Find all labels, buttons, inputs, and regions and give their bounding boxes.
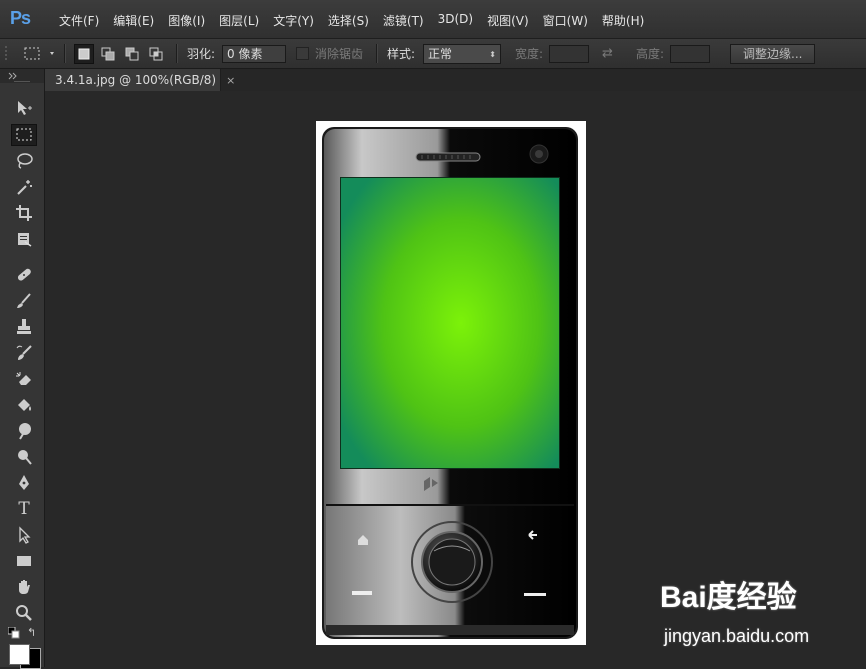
paint-bucket-icon xyxy=(18,399,31,411)
watermark-brand: Bai度经验 xyxy=(660,581,797,614)
marquee-tool[interactable] xyxy=(11,124,37,146)
options-bar: 羽化: 0 像素 消除锯齿 样式: 正常 ⬍ 宽度: ⇄ 高度: 调整边缘... xyxy=(0,39,866,69)
tools-panel-header[interactable] xyxy=(0,69,44,83)
type-tool-icon: T xyxy=(18,499,30,519)
rectangle-tool[interactable] xyxy=(11,550,37,572)
menu-type[interactable]: 文字(Y) xyxy=(266,12,321,29)
history-brush-icon xyxy=(16,345,32,360)
checkbox-box[interactable] xyxy=(296,47,309,60)
subtract-selection-icon xyxy=(125,47,139,60)
swap-icon: ⇄ xyxy=(602,46,613,61)
zoom-tool-icon xyxy=(16,605,32,621)
select-arrows-icon: ⬍ xyxy=(489,49,496,59)
width-input[interactable] xyxy=(549,44,589,63)
document-canvas[interactable] xyxy=(316,121,586,645)
lasso-tool[interactable] xyxy=(11,150,37,172)
healing-brush-icon xyxy=(17,268,31,281)
lasso-tool-icon xyxy=(17,153,33,169)
tool-preset-picker[interactable] xyxy=(24,39,54,68)
default-colors-button[interactable] xyxy=(7,626,20,642)
blur-tool[interactable] xyxy=(11,420,37,442)
blur-tool-icon xyxy=(19,423,31,440)
intersect-selection-icon xyxy=(149,47,163,60)
foreground-color-swatch[interactable] xyxy=(9,644,30,665)
eyedropper-icon xyxy=(18,233,32,247)
paint-bucket-tool[interactable] xyxy=(11,394,37,416)
menu-filter[interactable]: 滤镜(T) xyxy=(376,12,431,29)
default-colors-icon xyxy=(7,626,20,639)
photoshop-logo: Ps xyxy=(10,8,31,28)
history-brush-tool[interactable] xyxy=(11,342,37,364)
eraser-tool[interactable] xyxy=(11,368,37,390)
path-selection-tool[interactable] xyxy=(11,524,37,546)
hand-tool-icon xyxy=(19,580,30,594)
eraser-icon xyxy=(16,372,31,385)
document-title: 3.4.1a.jpg @ 100%(RGB/8) xyxy=(55,73,217,87)
antialias-label: 消除锯齿 xyxy=(315,47,364,61)
grip-icon xyxy=(5,45,7,60)
height-input[interactable] xyxy=(670,44,710,63)
marquee-tool-icon xyxy=(16,128,32,141)
document-tab-bar: 3.4.1a.jpg @ 100%(RGB/8) × xyxy=(45,69,866,91)
phone-image xyxy=(316,121,586,645)
swap-colors-icon[interactable]: ↰ xyxy=(27,626,36,639)
pen-tool-icon xyxy=(19,475,29,490)
dodge-tool[interactable] xyxy=(11,446,37,468)
feather-input[interactable]: 0 像素 xyxy=(222,44,286,63)
menu-image[interactable]: 图像(I) xyxy=(161,12,212,29)
style-label: 样式: xyxy=(387,47,416,61)
brush-tool[interactable] xyxy=(11,290,37,312)
magic-wand-tool[interactable] xyxy=(11,176,37,198)
new-selection-button[interactable] xyxy=(74,39,94,68)
watermark-url: jingyan.baidu.com xyxy=(664,626,810,646)
move-tool[interactable] xyxy=(11,97,37,119)
menu-bar: Ps 文件(F) 编辑(E) 图像(I) 图层(L) 文字(Y) 选择(S) 滤… xyxy=(0,0,866,39)
menu-select[interactable]: 选择(S) xyxy=(321,12,376,29)
menu-edit[interactable]: 编辑(E) xyxy=(106,12,161,29)
document-tab[interactable]: 3.4.1a.jpg @ 100%(RGB/8) × xyxy=(45,69,235,91)
width-label: 宽度: xyxy=(515,47,544,61)
zoom-tool[interactable] xyxy=(11,602,37,624)
menu-list: 文件(F) 编辑(E) 图像(I) 图层(L) 文字(Y) 选择(S) 滤镜(T… xyxy=(52,12,651,29)
rectangle-tool-icon xyxy=(17,556,31,566)
menu-file[interactable]: 文件(F) xyxy=(52,12,106,29)
clone-stamp-icon xyxy=(17,319,31,334)
add-to-selection-button[interactable] xyxy=(98,39,118,68)
refine-edge-button[interactable]: 调整边缘... xyxy=(730,43,816,64)
add-selection-icon xyxy=(101,47,115,60)
hand-tool[interactable] xyxy=(11,576,37,598)
new-selection-icon xyxy=(78,48,90,59)
move-tool-icon xyxy=(18,101,32,115)
clone-stamp-tool[interactable] xyxy=(11,316,37,338)
close-tab-icon[interactable]: × xyxy=(226,74,235,87)
menu-3d[interactable]: 3D(D) xyxy=(431,12,480,29)
pen-tool[interactable] xyxy=(11,472,37,494)
menu-layer[interactable]: 图层(L) xyxy=(212,12,266,29)
height-label: 高度: xyxy=(636,47,665,61)
menu-help[interactable]: 帮助(H) xyxy=(595,12,651,29)
intersect-selection-button[interactable] xyxy=(146,39,166,68)
eyedropper-tool[interactable] xyxy=(11,228,37,250)
brush-tool-icon xyxy=(17,293,31,308)
magic-wand-icon xyxy=(17,180,32,195)
crop-tool-icon xyxy=(16,205,32,221)
antialias-checkbox[interactable]: 消除锯齿 xyxy=(296,39,363,68)
style-select[interactable]: 正常 ⬍ xyxy=(423,39,501,68)
style-value: 正常 xyxy=(428,46,453,61)
marquee-preset-icon xyxy=(24,47,54,59)
healing-brush-tool[interactable] xyxy=(11,264,37,286)
menu-view[interactable]: 视图(V) xyxy=(480,12,536,29)
type-tool[interactable]: T xyxy=(11,498,37,520)
feather-label: 羽化: xyxy=(187,47,216,61)
path-selection-icon xyxy=(19,526,31,544)
menu-window[interactable]: 窗口(W) xyxy=(536,12,595,29)
subtract-selection-button[interactable] xyxy=(122,39,142,68)
tools-panel: T ↰ xyxy=(0,69,45,669)
swap-dimensions-button[interactable]: ⇄ xyxy=(602,39,613,68)
options-grip xyxy=(4,39,8,68)
dodge-tool-icon xyxy=(18,450,32,465)
crop-tool[interactable] xyxy=(11,202,37,224)
